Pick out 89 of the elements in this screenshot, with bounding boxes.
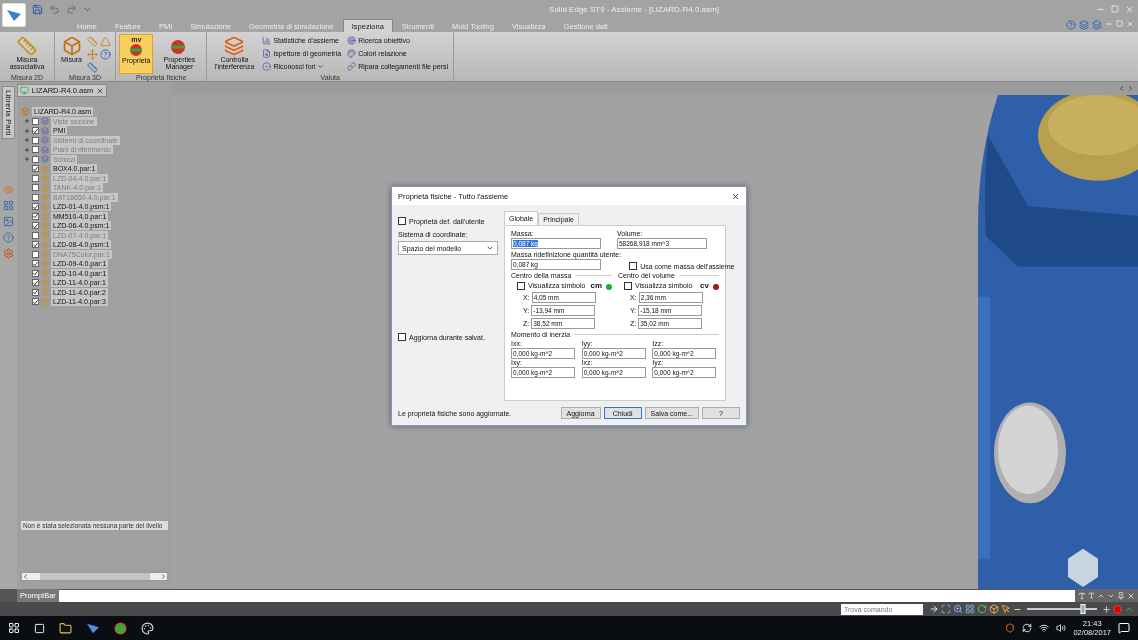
checkbox[interactable] (32, 279, 39, 287)
cube-icon (61, 36, 82, 56)
checkbox[interactable] (32, 193, 39, 201)
zoom-icon[interactable] (953, 604, 963, 614)
scroll-left-icon[interactable] (22, 573, 29, 580)
checkbox[interactable] (32, 117, 39, 125)
assembly-icon (21, 107, 30, 117)
save-icon[interactable] (32, 3, 43, 15)
symbol-label: cm (590, 281, 602, 290)
font-icon[interactable] (1088, 592, 1095, 599)
file-search-icon (262, 48, 272, 58)
notification-icon[interactable] (1118, 622, 1130, 634)
arrow-icon[interactable] (929, 604, 939, 614)
task-view-icon[interactable] (34, 622, 45, 634)
chevron-up-icon[interactable] (1124, 604, 1134, 614)
cube-icon[interactable] (989, 604, 999, 614)
image-icon[interactable] (3, 216, 14, 228)
checkbox[interactable] (32, 212, 39, 220)
checkbox[interactable] (32, 231, 39, 239)
expand-icon[interactable] (24, 146, 30, 153)
checkbox[interactable] (32, 260, 39, 268)
check-icon (33, 241, 38, 248)
wifi-icon[interactable] (1039, 623, 1050, 633)
window-title: Solid Edge ST9 - Assieme - [LIZARD-R4.0.asm] (548, 4, 719, 14)
scroll-right-icon[interactable] (160, 573, 167, 580)
scrollbar[interactable] (21, 572, 168, 581)
expand-icon[interactable] (24, 118, 30, 125)
checkbox[interactable] (32, 146, 39, 154)
help-icon[interactable] (100, 49, 111, 60)
folder-icon[interactable] (59, 621, 72, 635)
pointer-icon[interactable] (1001, 604, 1011, 614)
fit-icon[interactable] (941, 604, 951, 614)
start-icon[interactable] (8, 622, 20, 634)
checkbox[interactable] (32, 165, 39, 173)
close-icon[interactable] (1127, 591, 1135, 600)
expand-icon[interactable] (24, 127, 30, 134)
circle-dot-icon (262, 61, 272, 71)
redo-icon[interactable] (66, 3, 77, 15)
symbol-label: cv (700, 281, 709, 290)
prompt-field[interactable] (58, 589, 1075, 602)
pin-icon[interactable] (1117, 591, 1125, 600)
checkbox[interactable] (32, 136, 39, 144)
palette-icon (347, 48, 357, 58)
checkbox[interactable] (32, 155, 39, 163)
checkbox[interactable] (32, 288, 39, 296)
checkbox[interactable] (32, 250, 39, 258)
checkbox[interactable] (32, 269, 39, 277)
app-menu-button[interactable] (2, 3, 26, 27)
help-icon[interactable] (3, 232, 14, 244)
checkbox[interactable] (32, 184, 39, 192)
checkbox[interactable] (32, 222, 39, 230)
layers-icon[interactable] (1079, 20, 1089, 30)
volume-icon[interactable] (1056, 623, 1067, 633)
ruler-icon (17, 36, 37, 56)
rotate-icon[interactable] (977, 604, 987, 614)
grid-icon[interactable] (3, 200, 14, 212)
bar-chart-icon (262, 35, 272, 45)
monitor-icon (20, 86, 29, 95)
checkbox[interactable] (32, 241, 39, 249)
close-icon[interactable] (96, 86, 104, 95)
scroll-left-icon[interactable] (1118, 85, 1125, 92)
checkbox[interactable] (32, 298, 39, 306)
checkbox[interactable] (32, 127, 39, 135)
layers-icon (224, 36, 245, 56)
checkbox[interactable] (32, 203, 39, 211)
expand-icon[interactable] (24, 156, 30, 163)
font-icon[interactable] (1078, 591, 1086, 600)
link-icon (347, 61, 357, 71)
browser-icon[interactable] (114, 621, 127, 635)
checkbox[interactable] (32, 174, 39, 182)
ruler-icon[interactable] (87, 62, 98, 73)
logo-icon (6, 8, 22, 22)
undo-icon[interactable] (49, 3, 60, 15)
close-icon[interactable] (731, 191, 740, 201)
zoom-in-icon[interactable] (1102, 604, 1111, 614)
caret-icon (317, 62, 325, 70)
scroll-right-icon[interactable] (1127, 85, 1134, 92)
sync-icon[interactable] (1022, 623, 1033, 633)
check-icon (33, 165, 38, 172)
grid-icon[interactable] (965, 604, 975, 614)
side-tab[interactable]: Libreria Parti (2, 86, 15, 140)
layers-icon[interactable] (1092, 20, 1102, 30)
palette-icon[interactable] (141, 621, 154, 635)
caret-icon (486, 244, 494, 252)
expand-icon[interactable] (24, 137, 30, 144)
check-icon (33, 127, 38, 134)
shield-icon[interactable] (1005, 623, 1016, 633)
target-icon (347, 35, 357, 45)
app-icon[interactable] (86, 622, 100, 634)
